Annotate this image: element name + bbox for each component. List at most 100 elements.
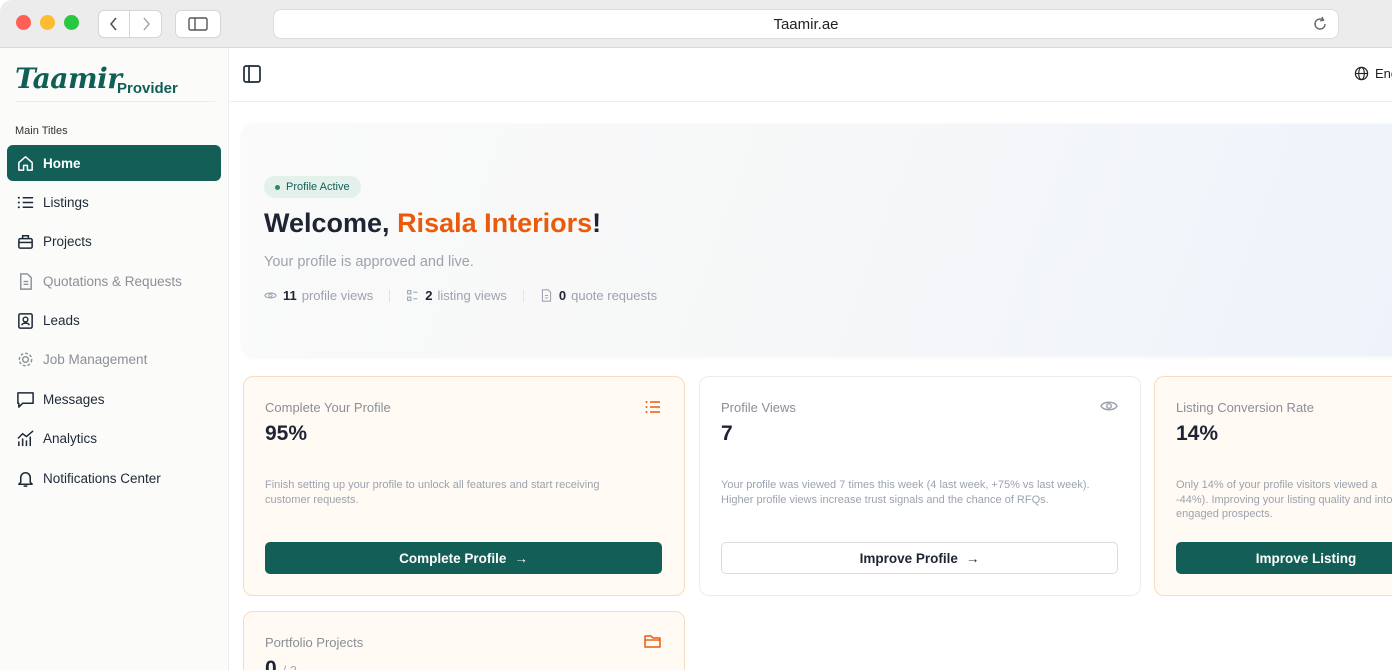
welcome-banner: Profile Active Welcome, Risala Interiors… — [242, 124, 1392, 356]
hero-stats: 11 profile views 2 listing views 0 quote… — [264, 288, 657, 303]
topbar: Eng — [230, 48, 1392, 102]
card-value: 14% — [1176, 422, 1219, 445]
stat-profile-views: 11 profile views — [264, 288, 373, 303]
listing-conversion-card: Listing Conversion Rate 14% Only 14% of … — [1154, 376, 1392, 596]
file-icon — [541, 289, 551, 302]
button-label: Improve Profile — [859, 550, 958, 566]
grid-icon — [407, 290, 418, 301]
message-icon — [15, 389, 35, 409]
reload-icon[interactable] — [1312, 16, 1328, 32]
sidebar-item-label: Messages — [43, 391, 105, 407]
profile-views-card: Profile Views 7 Your profile was viewed … — [699, 376, 1141, 596]
document-icon — [15, 271, 35, 291]
panel-icon — [243, 65, 261, 83]
improve-profile-button[interactable]: Improve Profile → — [721, 542, 1118, 574]
welcome-prefix: Welcome, — [264, 208, 398, 238]
sidebar-item-notifications[interactable]: Notifications Center — [7, 460, 221, 496]
stat-listing-views: 2 listing views — [406, 288, 507, 303]
card-value: 7 — [721, 422, 733, 445]
forward-button[interactable] — [130, 10, 162, 38]
folder-icon — [644, 635, 661, 648]
card-description: Finish setting up your profile to unlock… — [265, 479, 600, 506]
value-suffix: / 3 — [283, 663, 297, 670]
window-controls — [16, 15, 79, 30]
address-bar[interactable]: Taamir.ae — [273, 9, 1339, 39]
sidebar-item-listings[interactable]: Listings — [7, 184, 221, 220]
sidebar-icon — [188, 17, 208, 31]
stat-quote-requests: 0 quote requests — [540, 288, 657, 303]
panel-toggle-button[interactable] — [242, 64, 262, 89]
stat-divider — [522, 289, 524, 302]
section-title: Main Titles — [15, 125, 68, 137]
card-title: Complete Your Profile — [265, 400, 391, 415]
value-main: 0 — [265, 657, 277, 670]
chevron-right-icon — [142, 17, 150, 31]
logo-subtitle: Provider — [117, 80, 178, 97]
sidebar-item-messages[interactable]: Messages — [7, 381, 221, 417]
language-switcher[interactable]: Eng — [1354, 66, 1392, 81]
stat-divider — [389, 289, 391, 302]
button-label: Improve Listing — [1255, 550, 1357, 566]
sidebar-item-label: Job Management — [43, 352, 148, 368]
status-badge: Profile Active — [264, 176, 361, 198]
logo[interactable]: Taamir Provider — [15, 62, 215, 102]
sidebar-nav: Home Listings Projects Quotations & Requ… — [7, 145, 221, 500]
company-name: Risala Interiors — [397, 208, 593, 238]
chevron-left-icon — [109, 17, 117, 31]
card-description: Only 14% of your profile visitors viewed… — [1176, 479, 1392, 520]
eye-icon — [264, 292, 277, 299]
sidebar-item-home[interactable]: Home — [7, 145, 221, 181]
stat-label: quote requests — [571, 288, 658, 303]
sidebar-item-analytics[interactable]: Analytics — [7, 421, 221, 457]
home-icon — [15, 153, 35, 173]
eye-icon — [1100, 401, 1118, 411]
complete-profile-card: Complete Your Profile 95% Finish setting… — [243, 376, 685, 596]
sidebar-item-label: Leads — [43, 313, 80, 329]
stat-label: profile views — [301, 288, 374, 303]
sidebar-item-job-management[interactable]: Job Management — [7, 342, 221, 378]
gear-icon — [15, 350, 35, 370]
sidebar-item-projects[interactable]: Projects — [7, 224, 221, 260]
language-label: Eng — [1375, 66, 1392, 81]
url-text: Taamir.ae — [773, 15, 839, 33]
card-value: 0 / 3 — [265, 657, 297, 670]
card-value: 95% — [265, 422, 308, 445]
sidebar-item-label: Analytics — [43, 431, 98, 447]
bell-icon — [15, 468, 35, 488]
stat-value: 11 — [283, 288, 297, 303]
sidebar-item-quotations[interactable]: Quotations & Requests — [7, 263, 221, 299]
arrow-right-icon: → — [514, 550, 528, 566]
logo-wordmark: Taamir — [15, 62, 122, 95]
analytics-icon — [15, 429, 35, 449]
sidebar-item-label: Home — [43, 155, 81, 171]
welcome-subtitle: Your profile is approved and live. — [264, 254, 474, 270]
browser-sidebar-button[interactable] — [175, 10, 221, 38]
complete-profile-button[interactable]: Complete Profile → — [265, 542, 662, 574]
button-label: Complete Profile — [399, 550, 507, 566]
sidebar-item-label: Projects — [43, 234, 92, 250]
globe-icon — [1354, 66, 1369, 81]
sidebar: Taamir Provider Main Titles Home Listing… — [0, 48, 229, 670]
projects-icon — [15, 232, 35, 252]
stat-label: listing views — [437, 288, 507, 303]
contact-icon — [15, 311, 35, 331]
maximize-window-button[interactable] — [64, 15, 79, 30]
sidebar-item-leads[interactable]: Leads — [7, 303, 221, 339]
card-description: Your profile was viewed 7 times this wee… — [721, 479, 1090, 506]
close-window-button[interactable] — [16, 15, 31, 30]
main-content: Eng Profile Active Welcome, Risala Inter… — [230, 48, 1392, 670]
arrow-right-icon: → — [965, 550, 980, 566]
list-icon — [645, 401, 660, 413]
list-icon — [15, 192, 35, 212]
sidebar-item-label: Notifications Center — [43, 470, 161, 486]
page-title: Welcome, Risala Interiors! — [264, 208, 601, 239]
portfolio-projects-card: Portfolio Projects 0 / 3 — [243, 611, 685, 670]
card-title: Listing Conversion Rate — [1176, 400, 1315, 415]
improve-listing-button[interactable]: Improve Listing — [1176, 542, 1392, 574]
stat-value: 2 — [425, 288, 433, 303]
history-nav — [98, 10, 162, 38]
welcome-suffix: ! — [592, 208, 602, 238]
back-button[interactable] — [98, 10, 130, 38]
card-title: Profile Views — [721, 400, 796, 415]
minimize-window-button[interactable] — [40, 15, 55, 30]
